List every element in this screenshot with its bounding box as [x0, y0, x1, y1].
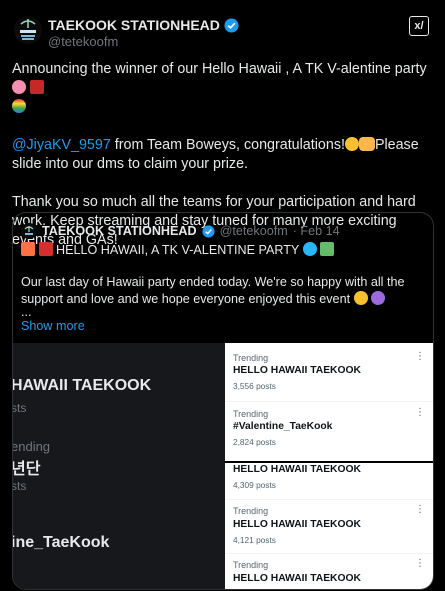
left-topic-1: HAWAII TAEKOOK [13, 377, 152, 394]
trending-label: Trending [233, 506, 269, 516]
quoted-account-name: TAEKOOK STATIONHEAD [42, 224, 197, 238]
ribbon-emoji-icon [38, 242, 53, 256]
quoted-title: HELLO HAWAII, A TK V-ALENTINE PARTY [21, 242, 335, 257]
trending-posts: 3,556 posts [233, 381, 276, 391]
verified-badge-icon [202, 224, 215, 238]
quoted-ellipsis: ... [21, 305, 32, 319]
tweet-header: TAEKOOK STATIONHEAD @tetekoofm x/ [12, 14, 433, 54]
purple-heart-emoji-icon [371, 291, 386, 305]
trending-topic: HELLO HAWAII TAEKOOK [233, 464, 361, 475]
quoted-date: · Feb 14 [292, 224, 340, 238]
account-name[interactable]: TAEKOOK STATIONHEAD [48, 17, 220, 33]
trending-topic: HELLO HAWAII TAEKOOK [233, 573, 361, 584]
trending-posts: 4,309 posts [233, 480, 276, 490]
left-posts-1: sts [13, 401, 27, 415]
trending-label: Trending [233, 409, 269, 419]
account-handle[interactable]: @tetekoofm [48, 34, 118, 49]
more-dots-icon: ⋮ [415, 558, 425, 569]
trending-posts: 2,824 posts [233, 437, 276, 447]
trending-posts: 4,121 posts [233, 535, 276, 545]
volcano-emoji-icon [21, 242, 35, 256]
globe-emoji-icon [302, 242, 317, 256]
heart-hands-emoji-icon [358, 137, 375, 151]
left-posts-2: sts [13, 479, 27, 493]
winner-mention-link[interactable]: @JiyaKV_9597 [12, 137, 111, 153]
quoted-avatar[interactable] [21, 223, 37, 239]
station-logo-icon [14, 16, 42, 44]
palm-tree-emoji-icon [320, 242, 335, 256]
trending-card-1: Trending ⋮ HELLO HAWAII TAEKOOK 3,556 po… [225, 343, 433, 461]
divider [225, 499, 433, 500]
quoted-body: Our last day of Hawaii party ended today… [21, 275, 405, 306]
pleading-face-emoji-icon [353, 291, 368, 305]
trending-card-2: HELLO HAWAII TAEKOOK 4,309 posts Trendin… [225, 463, 433, 589]
tweet-paragraph-1: Announcing the winner of our Hello Hawai… [12, 60, 433, 117]
left-topic-2: 년단 [13, 461, 41, 478]
pleading-face-emoji-icon [344, 137, 359, 151]
quoted-media[interactable]: HAWAII TAEKOOK sts ending 년단 sts ine_Tae… [13, 343, 433, 589]
tweet-paragraph-2: @JiyaKV_9597 from Team Boweys, congratul… [12, 137, 419, 172]
verified-badge-icon [224, 17, 239, 33]
divider [225, 553, 433, 554]
trending-label: Trending [233, 353, 269, 363]
hibiscus-emoji-icon [12, 80, 26, 94]
rainbow-emoji-icon [12, 99, 26, 113]
trending-topic: HELLO HAWAII TAEKOOK [233, 365, 361, 376]
divider [225, 401, 433, 402]
show-more-link[interactable]: Show more [21, 319, 85, 333]
profile-avatar[interactable] [12, 14, 44, 46]
left-topic-3: ine_TaeKook [13, 534, 110, 551]
grok-icon[interactable]: x/ [409, 16, 429, 36]
media-image-right[interactable]: Trending ⋮ HELLO HAWAII TAEKOOK 3,556 po… [225, 343, 433, 589]
more-dots-icon: ⋮ [415, 504, 425, 515]
trending-topic: #Valentine_TaeKook [233, 421, 333, 432]
media-image-left[interactable]: HAWAII TAEKOOK sts ending 년단 sts ine_Tae… [13, 343, 225, 589]
trending-topic: HELLO HAWAII TAEKOOK [233, 519, 361, 530]
party-popper-emoji-icon [29, 80, 44, 94]
quoted-tweet[interactable]: TAEKOOK STATIONHEAD @tetekoofm · Feb 14 … [12, 212, 434, 590]
quoted-account-handle: @tetekoofm [219, 224, 288, 238]
more-dots-icon: ⋮ [415, 407, 425, 418]
station-logo-icon [21, 223, 37, 239]
trending-label: Trending [233, 560, 269, 570]
more-dots-icon: ⋮ [415, 351, 425, 362]
left-trending-label: ending [13, 439, 51, 454]
